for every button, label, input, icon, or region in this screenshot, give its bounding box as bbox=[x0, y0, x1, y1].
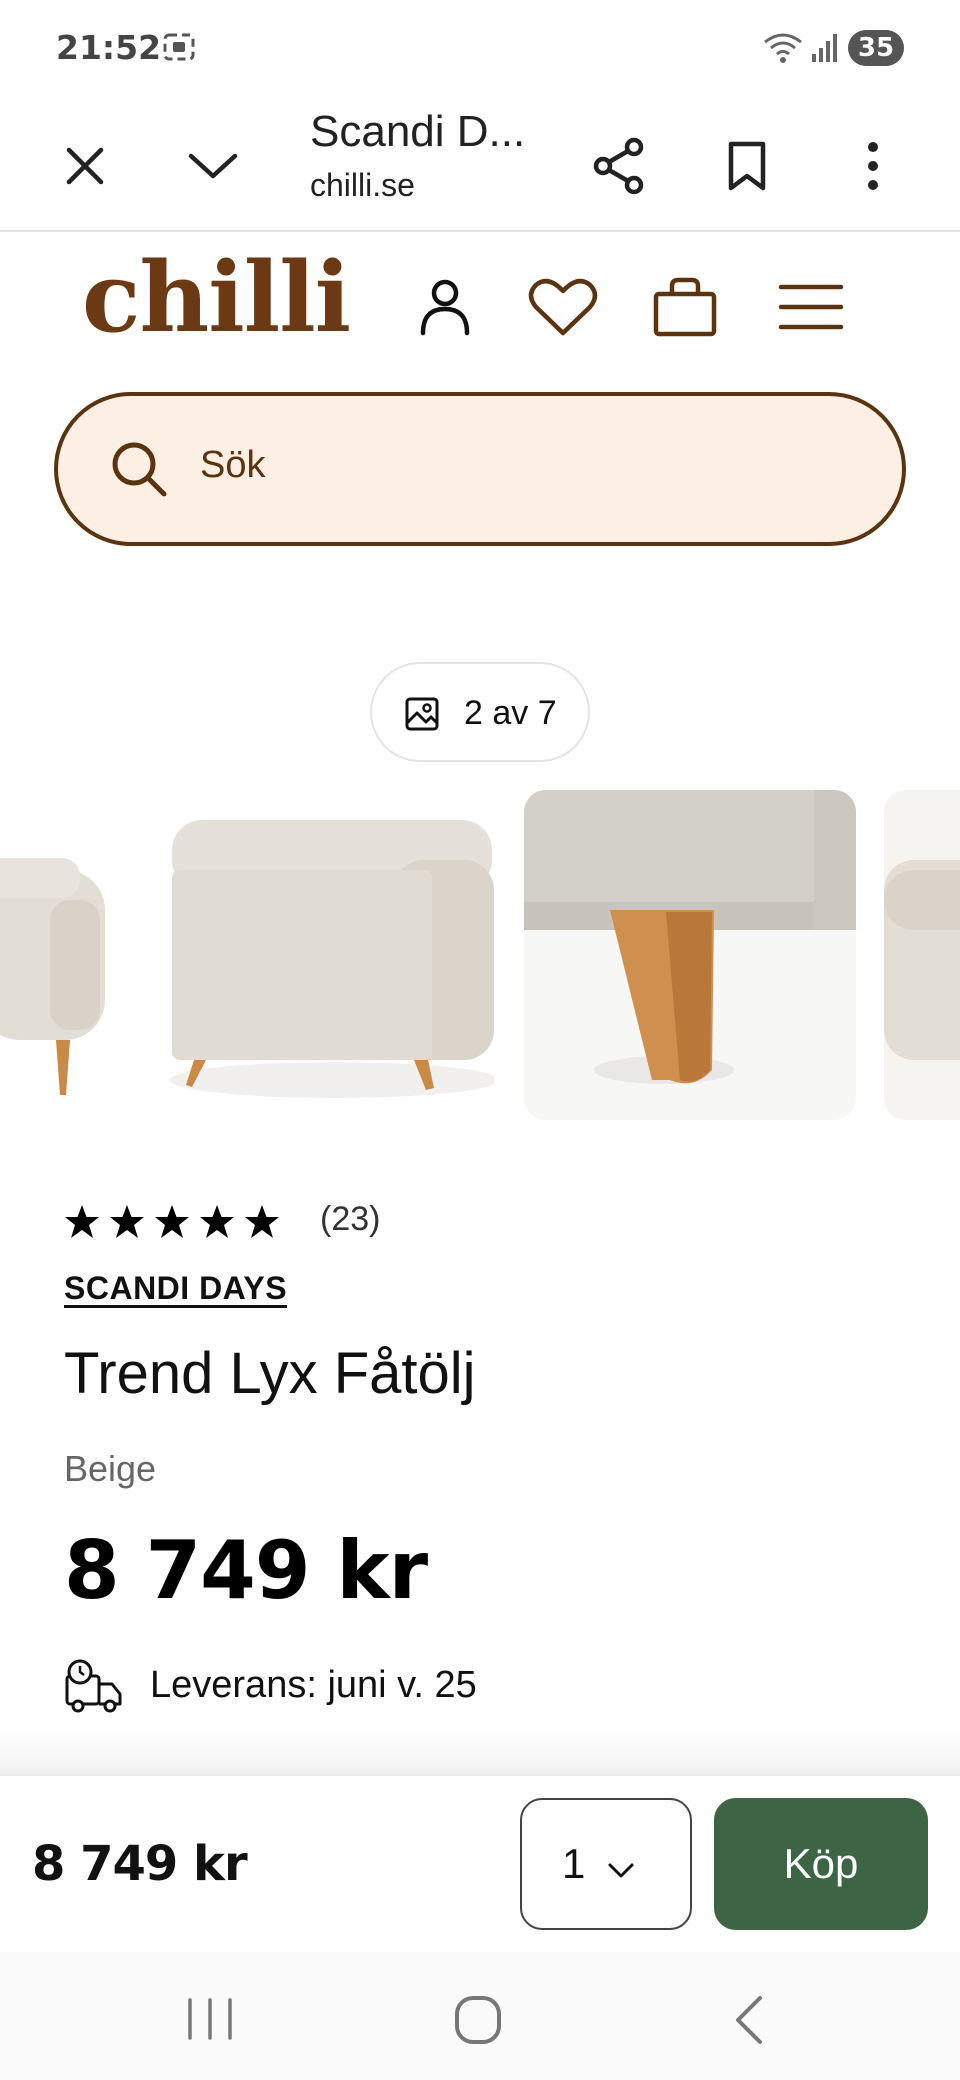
screenshot-icon bbox=[163, 33, 195, 61]
chilli-logo[interactable]: chilli bbox=[82, 250, 351, 346]
share-icon bbox=[593, 137, 644, 195]
search-bar[interactable]: Sök bbox=[54, 392, 906, 546]
back-icon[interactable] bbox=[722, 1992, 778, 2048]
heart-icon bbox=[528, 278, 598, 336]
rating-stars[interactable] bbox=[64, 1204, 289, 1245]
close-icon bbox=[66, 147, 104, 185]
image-icon bbox=[405, 697, 439, 731]
quantity-value: 1 bbox=[562, 1840, 586, 1887]
page-url[interactable]: chilli.se bbox=[310, 167, 415, 204]
user-icon bbox=[420, 279, 470, 336]
star-icon bbox=[245, 1205, 279, 1238]
product-name: Trend Lyx Fåtölj bbox=[64, 1341, 476, 1406]
star-icon bbox=[155, 1205, 189, 1238]
bookmark-button[interactable] bbox=[712, 131, 782, 201]
product-image-1[interactable] bbox=[0, 790, 110, 1120]
quantity-select[interactable]: 1 bbox=[520, 1798, 692, 1930]
bookmark-icon bbox=[728, 141, 766, 191]
share-button[interactable] bbox=[584, 131, 654, 201]
chevron-down-icon bbox=[188, 153, 238, 179]
home-icon[interactable] bbox=[448, 1992, 508, 2048]
battery-indicator: 35 bbox=[848, 30, 904, 66]
product-color: Beige bbox=[64, 1448, 157, 1489]
product-price: 8 749 kr bbox=[64, 1524, 428, 1617]
hamburger-menu-icon bbox=[778, 284, 844, 330]
star-icon bbox=[200, 1205, 234, 1238]
close-tab-button[interactable] bbox=[50, 131, 120, 201]
brand-link[interactable]: SCANDI DAYS bbox=[64, 1270, 287, 1307]
image-counter[interactable]: 2 av 7 bbox=[370, 662, 590, 762]
page-title[interactable]: Scandi D... bbox=[310, 107, 525, 157]
more-options-button[interactable] bbox=[838, 131, 908, 201]
wishlist-button[interactable] bbox=[524, 272, 602, 342]
recent-apps-icon[interactable] bbox=[182, 1994, 238, 2044]
chevron-down-icon bbox=[608, 1863, 634, 1878]
system-nav-bar bbox=[0, 1952, 960, 2080]
status-bar: 21:52 35 bbox=[0, 0, 960, 95]
status-time: 21:52 bbox=[56, 28, 162, 67]
wifi-icon bbox=[764, 33, 802, 63]
sticky-buy-bar: 8 749 kr 1 Köp bbox=[0, 1774, 960, 1956]
more-vertical-icon bbox=[868, 142, 878, 190]
browser-toolbar: Scandi D... chilli.se bbox=[0, 95, 960, 232]
shopping-bag-icon bbox=[653, 277, 717, 337]
delivery-info: Leverans: juni v. 25 bbox=[150, 1664, 477, 1706]
search-placeholder: Sök bbox=[200, 444, 266, 486]
signal-icon bbox=[812, 34, 837, 62]
delivery-truck-icon bbox=[65, 1659, 122, 1713]
account-button[interactable] bbox=[410, 272, 480, 342]
image-counter-text: 2 av 7 bbox=[464, 694, 557, 732]
product-image-3[interactable] bbox=[524, 790, 856, 1120]
product-image-2[interactable] bbox=[164, 790, 494, 1120]
minimize-button[interactable] bbox=[178, 131, 248, 201]
divider bbox=[0, 1730, 960, 1774]
star-icon bbox=[65, 1205, 99, 1238]
search-icon bbox=[112, 442, 167, 497]
menu-button[interactable] bbox=[774, 272, 848, 342]
buy-button[interactable]: Köp bbox=[714, 1798, 928, 1930]
star-icon bbox=[110, 1205, 144, 1238]
review-count[interactable]: (23) bbox=[320, 1200, 380, 1239]
cart-button[interactable] bbox=[648, 272, 722, 342]
buy-bar-price: 8 749 kr bbox=[32, 1836, 248, 1892]
product-image-4[interactable] bbox=[884, 790, 960, 1120]
